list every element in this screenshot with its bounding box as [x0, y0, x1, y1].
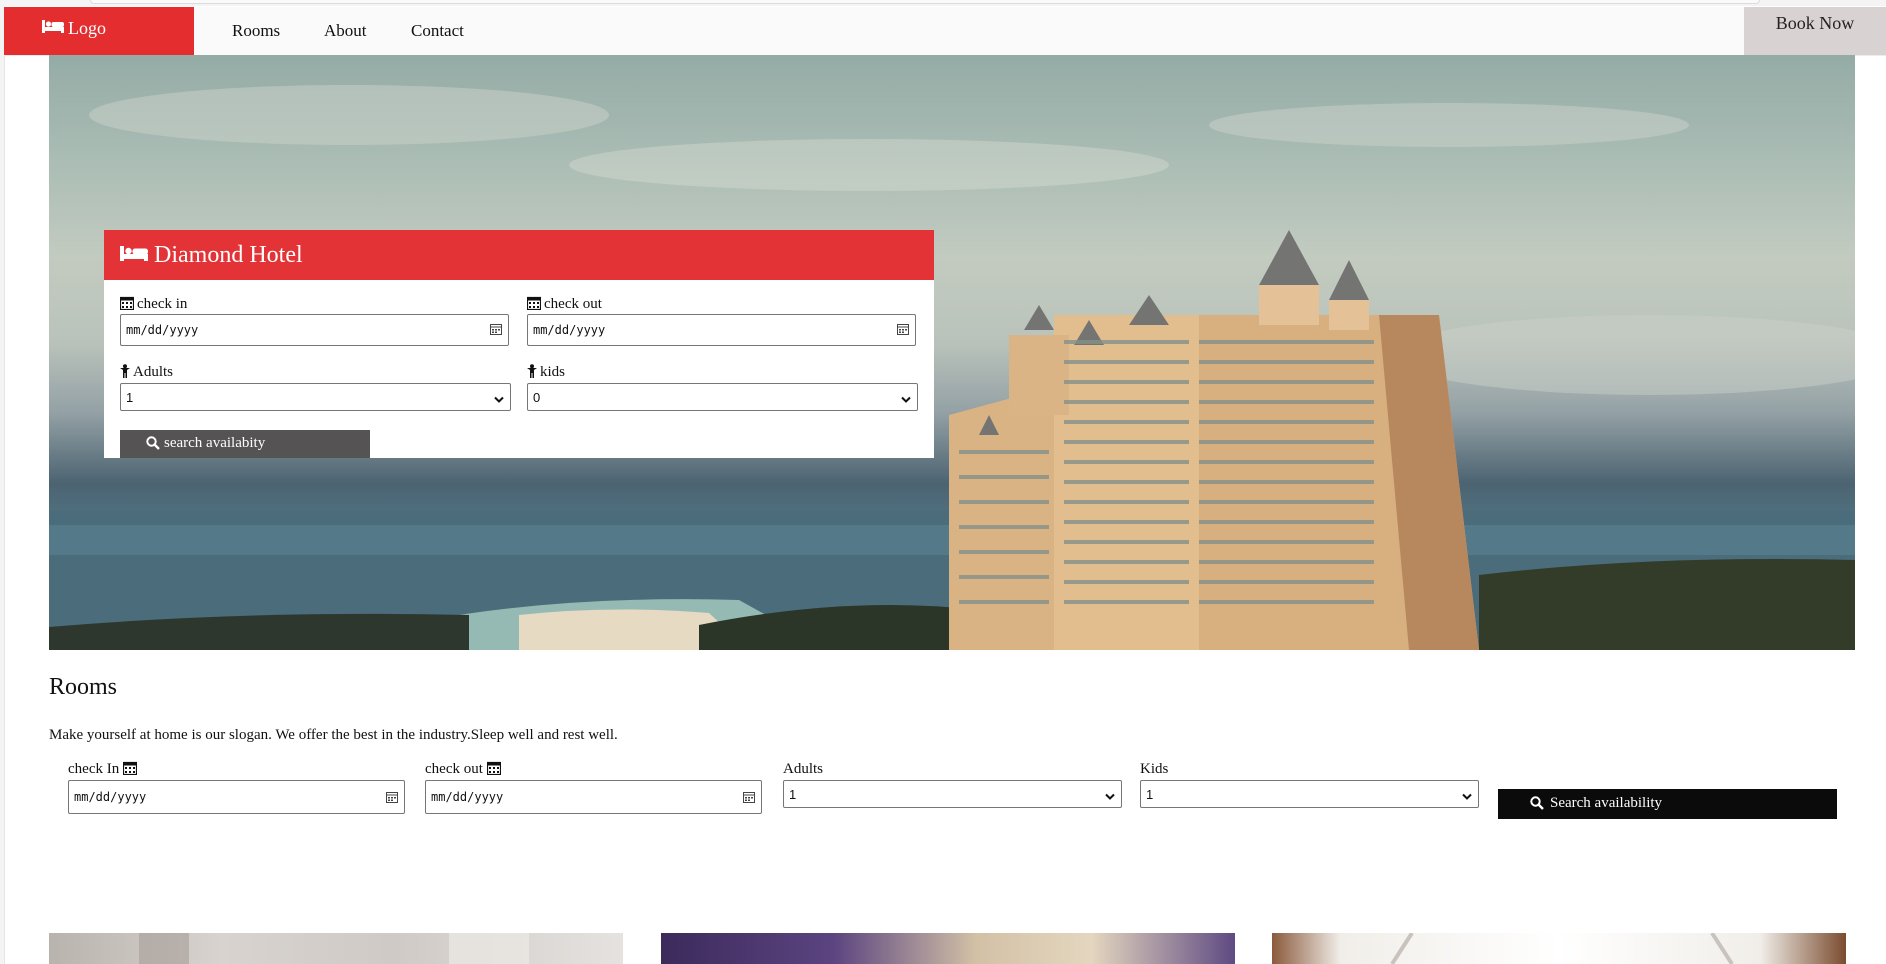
rooms-check-in-label: check In: [68, 761, 140, 780]
kids-label: kids: [527, 364, 565, 383]
rooms-heading: Rooms: [49, 674, 118, 700]
calendar-icon: [122, 761, 138, 780]
person-icon: [120, 364, 130, 383]
booking-card-header: Diamond Hotel: [104, 230, 934, 280]
rooms-check-out-label: check out: [425, 761, 504, 780]
room-image[interactable]: [49, 933, 623, 964]
kids-select[interactable]: 0: [527, 383, 918, 411]
rooms-kids-label: Kids: [1140, 761, 1169, 777]
calendar-icon: [526, 296, 542, 315]
search-icon: [146, 436, 160, 455]
calendar-icon[interactable]: [386, 791, 398, 806]
check-out-date-input[interactable]: mm/dd/yyyy: [527, 314, 916, 346]
chevron-down-icon: [901, 392, 911, 407]
calendar-icon[interactable]: [743, 791, 755, 806]
calendar-icon[interactable]: [490, 323, 502, 338]
nav-link-about[interactable]: About: [324, 21, 367, 41]
check-in-label: check in: [119, 296, 187, 315]
rooms-adults-label: Adults: [783, 761, 824, 777]
bed-icon: [120, 244, 148, 267]
calendar-icon[interactable]: [897, 323, 909, 338]
rooms-slogan: Make yourself at home is our slogan. We …: [49, 727, 618, 743]
bed-icon: [42, 18, 64, 39]
room-image[interactable]: [1272, 933, 1846, 964]
calendar-icon: [119, 296, 135, 315]
book-now-button[interactable]: Book Now: [1744, 7, 1886, 55]
check-out-label: check out: [526, 296, 602, 315]
rooms-search-availability-button[interactable]: Search availability: [1498, 789, 1837, 819]
logo-text: Logo: [68, 18, 106, 38]
chevron-down-icon: [1462, 789, 1472, 804]
search-availability-button[interactable]: search availabity: [120, 430, 370, 458]
chevron-down-icon: [1105, 789, 1115, 804]
nav-link-contact[interactable]: Contact: [411, 21, 464, 41]
navbar: Logo Rooms About Contact Book Now: [4, 7, 1886, 56]
adults-label: Adults: [120, 364, 173, 383]
person-icon: [527, 364, 537, 383]
hotel-name: Diamond Hotel: [154, 242, 303, 268]
logo[interactable]: Logo: [4, 7, 194, 55]
room-image[interactable]: [661, 933, 1235, 964]
rooms-kids-select[interactable]: 1: [1140, 780, 1479, 808]
rooms-check-in-date-input[interactable]: mm/dd/yyyy: [68, 780, 405, 814]
search-icon: [1530, 796, 1544, 815]
address-bar-edge: [90, 0, 1760, 4]
adults-select[interactable]: 1: [120, 383, 511, 411]
rooms-check-out-date-input[interactable]: mm/dd/yyyy: [425, 780, 762, 814]
booking-card: Diamond Hotel check in check out mm/dd/y…: [104, 230, 934, 458]
rooms-adults-select[interactable]: 1: [783, 780, 1122, 808]
calendar-icon: [486, 761, 501, 780]
check-in-date-input[interactable]: mm/dd/yyyy: [120, 314, 509, 346]
chevron-down-icon: [494, 392, 504, 407]
nav-link-rooms[interactable]: Rooms: [232, 21, 280, 41]
